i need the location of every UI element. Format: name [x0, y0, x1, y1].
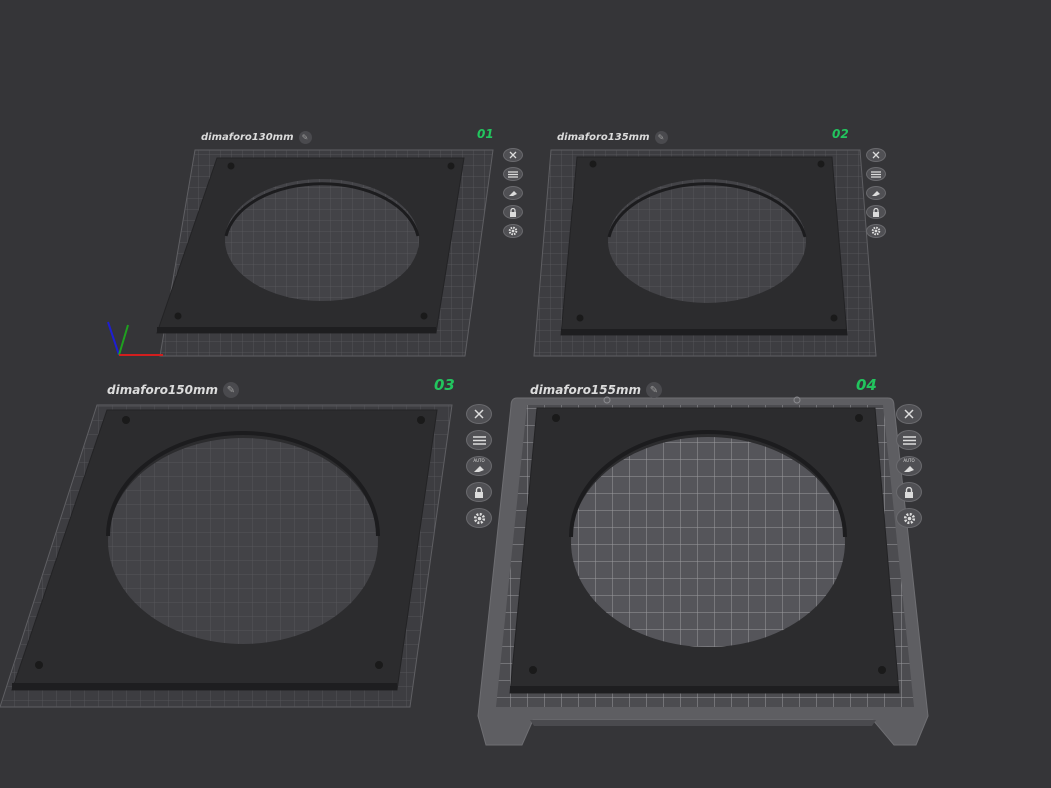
plate-04-toolbar: AUTO — [896, 404, 922, 528]
edit-icon[interactable]: ✎ — [654, 131, 668, 144]
edit-icon[interactable]: ✎ — [298, 131, 312, 144]
plate-04[interactable] — [477, 396, 929, 746]
plate-03[interactable] — [0, 404, 453, 708]
close-icon[interactable] — [866, 148, 886, 162]
lock-icon[interactable] — [466, 482, 492, 502]
lock-icon[interactable] — [866, 205, 886, 219]
plate-01-toolbar — [503, 148, 523, 238]
arrange-list-icon[interactable] — [503, 167, 523, 181]
plate-04-number: 04 — [856, 376, 877, 394]
auto-orient-icon[interactable] — [503, 186, 523, 200]
arrange-list-icon[interactable] — [866, 167, 886, 181]
lock-icon[interactable] — [896, 482, 922, 502]
plate-04-name[interactable]: dimaforo155mm ✎ — [530, 382, 662, 398]
close-icon[interactable] — [896, 404, 922, 424]
plate-name-text: dimaforo150mm — [107, 383, 218, 397]
plate-02-name[interactable]: dimaforo135mm ✎ — [557, 131, 668, 144]
plate-name-text: dimaforo135mm — [557, 132, 650, 143]
axis-z — [107, 321, 120, 356]
axis-gizmo — [107, 321, 163, 356]
auto-orient-icon[interactable]: AUTO — [896, 456, 922, 476]
plate-name-text: dimaforo155mm — [530, 383, 641, 397]
plate-02-number: 02 — [832, 127, 849, 141]
plate-03-number: 03 — [434, 376, 455, 394]
close-icon[interactable] — [466, 404, 492, 424]
plate-02-toolbar — [866, 148, 886, 238]
arrange-list-icon[interactable] — [466, 430, 492, 450]
axis-y — [118, 324, 129, 356]
arrange-list-icon[interactable] — [896, 430, 922, 450]
settings-gear-icon[interactable] — [466, 508, 492, 528]
lock-icon[interactable] — [503, 205, 523, 219]
settings-gear-icon[interactable] — [503, 224, 523, 238]
plate-03-toolbar: AUTO — [466, 404, 492, 528]
edit-icon[interactable]: ✎ — [223, 382, 239, 398]
plate-01[interactable] — [156, 149, 494, 357]
plate-name-text: dimaforo130mm — [201, 132, 294, 143]
settings-gear-icon[interactable] — [866, 224, 886, 238]
auto-orient-icon[interactable]: AUTO — [466, 456, 492, 476]
auto-badge: AUTO — [473, 458, 485, 463]
plate-01-name[interactable]: dimaforo130mm ✎ — [201, 131, 312, 144]
plate-01-number: 01 — [477, 127, 494, 141]
close-icon[interactable] — [503, 148, 523, 162]
plate-03-name[interactable]: dimaforo150mm ✎ — [107, 382, 239, 398]
settings-gear-icon[interactable] — [896, 508, 922, 528]
edit-icon[interactable]: ✎ — [646, 382, 662, 398]
auto-orient-icon[interactable] — [866, 186, 886, 200]
plate-02[interactable] — [533, 149, 877, 357]
auto-badge: AUTO — [903, 458, 915, 463]
